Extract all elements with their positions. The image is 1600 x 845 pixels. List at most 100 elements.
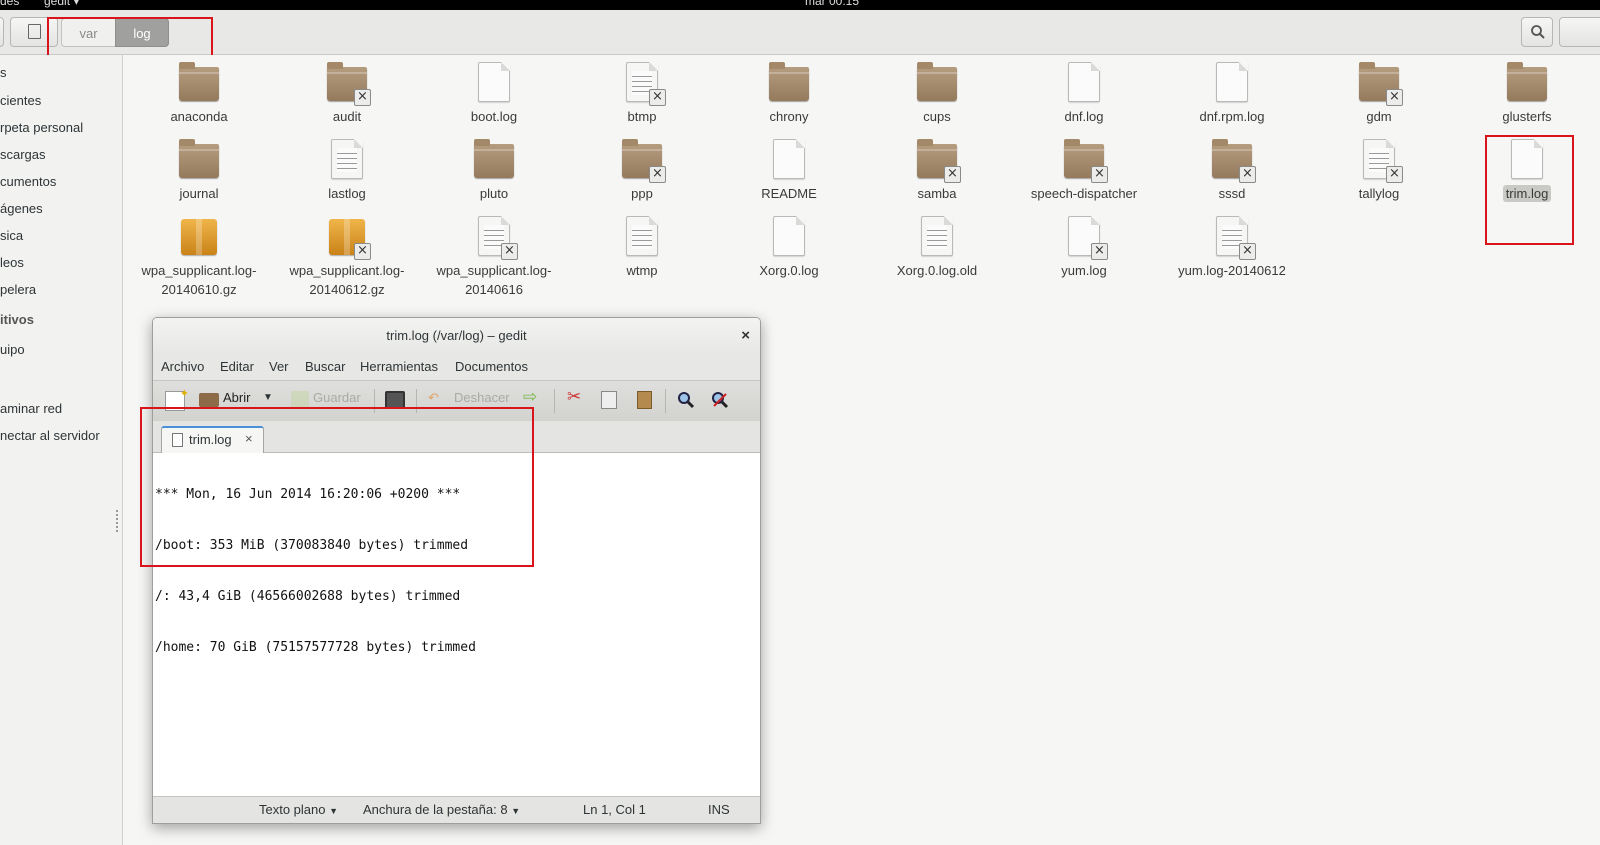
breadcrumb-var[interactable]: var [61, 18, 115, 47]
sidebar-item-pictures[interactable]: ágenes [0, 201, 43, 216]
file-item[interactable]: wtmp [572, 213, 712, 280]
file-icon [773, 139, 805, 179]
sidebar-item-videos[interactable]: leos [0, 255, 24, 270]
file-item[interactable]: lastlog [277, 136, 417, 203]
file-item[interactable]: wpa_supplicant.log- 20140610.gz [129, 213, 269, 299]
file-icon [1216, 62, 1248, 102]
bookmark-button[interactable] [10, 17, 58, 47]
unreadable-emblem-icon: × [649, 166, 666, 183]
menu-documentos[interactable]: Documentos [455, 359, 528, 374]
insert-mode: INS [708, 802, 730, 817]
toolbar-separator [374, 389, 375, 413]
file-name: lastlog [328, 186, 366, 201]
menu-buscar[interactable]: Buscar [305, 359, 345, 374]
document-icon [172, 433, 183, 447]
back-button[interactable] [0, 17, 4, 47]
language-label: Texto plano [259, 802, 326, 817]
text-editor[interactable]: *** Mon, 16 Jun 2014 16:20:06 +0200 *** … [155, 452, 755, 690]
new-document-icon[interactable]: ✦ [165, 388, 189, 411]
menu-button[interactable] [1559, 17, 1600, 47]
sidebar-heading-devices: itivos [0, 312, 34, 327]
file-name: wpa_supplicant.log- 20140610.gz [141, 263, 257, 297]
file-item[interactable]: README [719, 136, 859, 203]
file-name: dnf.log [1064, 109, 1104, 124]
file-item[interactable]: × sssd [1162, 136, 1302, 203]
tab-close-icon[interactable]: × [245, 431, 253, 446]
file-item[interactable]: chrony [719, 59, 859, 126]
file-item[interactable]: anaconda [129, 59, 269, 126]
print-icon[interactable] [385, 391, 405, 409]
menu-herramientas[interactable]: Herramientas [360, 359, 438, 374]
file-icon [1068, 62, 1100, 102]
menu-ver[interactable]: Ver [269, 359, 289, 374]
file-item[interactable]: journal [129, 136, 269, 203]
text-line: /: 43,4 GiB (46566002688 bytes) trimmed [155, 589, 461, 604]
file-item[interactable]: × yum.log-20140612 [1162, 213, 1302, 280]
unreadable-emblem-icon: × [1386, 89, 1403, 106]
text-file-icon [331, 139, 363, 179]
save-button[interactable]: Guardar [313, 390, 361, 405]
language-selector[interactable]: Texto plano ▼ [259, 802, 338, 817]
undo-button[interactable]: Deshacer [454, 390, 510, 405]
menu-archivo[interactable]: Archivo [161, 359, 204, 374]
sidebar-item-home[interactable]: rpeta personal [0, 120, 83, 135]
open-button[interactable]: Abrir [223, 390, 250, 405]
tab-trim-log[interactable]: trim.log × [161, 426, 264, 453]
sidebar-item-recent[interactable]: cientes [0, 93, 41, 108]
text-line: /boot: 353 MiB (370083840 bytes) trimmed [155, 538, 469, 553]
file-name: btmp [627, 109, 657, 124]
file-item[interactable]: dnf.log [1014, 59, 1154, 126]
file-item[interactable]: Xorg.0.log.old [867, 213, 1007, 280]
sidebar-item-music[interactable]: sica [0, 228, 23, 243]
file-name: glusterfs [1502, 109, 1552, 124]
file-item[interactable]: Xorg.0.log [719, 213, 859, 280]
file-item[interactable]: × audit [277, 59, 417, 126]
close-icon[interactable]: × [741, 318, 750, 354]
file-item[interactable]: × wpa_supplicant.log- 20140616 [424, 213, 564, 299]
sidebar-item-downloads[interactable]: scargas [0, 147, 46, 162]
text-file-icon [921, 216, 953, 256]
app-menu[interactable]: gedit ▾ [44, 0, 79, 8]
file-name: boot.log [470, 109, 518, 124]
file-name: gdm [1366, 109, 1392, 124]
file-item[interactable]: × ppp [572, 136, 712, 203]
cut-icon[interactable]: ✂ [567, 387, 581, 407]
file-icon [1511, 139, 1543, 179]
find-replace-icon[interactable] [711, 391, 729, 409]
file-item[interactable]: pluto [424, 136, 564, 203]
file-item[interactable]: × yum.log [1014, 213, 1154, 280]
breadcrumb-log[interactable]: log [115, 18, 169, 47]
sidebar-resize-handle[interactable] [116, 510, 121, 532]
file-item[interactable]: × gdm [1309, 59, 1449, 126]
copy-icon[interactable] [601, 391, 617, 409]
file-item[interactable]: × speech-dispatcher [1014, 136, 1154, 203]
tab-width-selector[interactable]: Anchura de la pestaña: 8 ▼ [363, 802, 520, 817]
file-item[interactable]: trim.log [1457, 136, 1597, 203]
file-item[interactable]: glusterfs [1457, 59, 1597, 126]
sidebar-item[interactable]: s [0, 65, 7, 80]
sidebar-item-computer[interactable]: uipo [0, 342, 25, 357]
paste-icon[interactable] [637, 391, 652, 409]
find-icon[interactable] [677, 391, 695, 409]
file-item[interactable]: × btmp [572, 59, 712, 126]
search-button[interactable] [1521, 17, 1553, 47]
menu-editar[interactable]: Editar [220, 359, 254, 374]
file-item[interactable]: dnf.rpm.log [1162, 59, 1302, 126]
file-item[interactable]: boot.log [424, 59, 564, 126]
file-item[interactable]: × tallylog [1309, 136, 1449, 203]
clock[interactable]: mar 00:15 [805, 0, 859, 8]
file-item[interactable]: × wpa_supplicant.log- 20140612.gz [277, 213, 417, 299]
sidebar-item-connect-server[interactable]: nectar al servidor [0, 428, 100, 443]
sidebar-item-trash[interactable]: pelera [0, 282, 36, 297]
redo-icon[interactable]: ⇨ [523, 387, 537, 407]
sidebar-item-documents[interactable]: cumentos [0, 174, 56, 189]
activities-label[interactable]: des [0, 0, 19, 8]
file-item[interactable]: cups [867, 59, 1007, 126]
chevron-down-icon[interactable]: ▼ [263, 392, 273, 403]
sidebar-item-browse-network[interactable]: aminar red [0, 401, 62, 416]
toolbar-separator [665, 389, 666, 413]
gedit-titlebar[interactable]: trim.log (/var/log) – gedit × [153, 318, 760, 354]
archive-icon [181, 219, 217, 255]
file-item[interactable]: × samba [867, 136, 1007, 203]
folder-open-icon [199, 393, 219, 407]
